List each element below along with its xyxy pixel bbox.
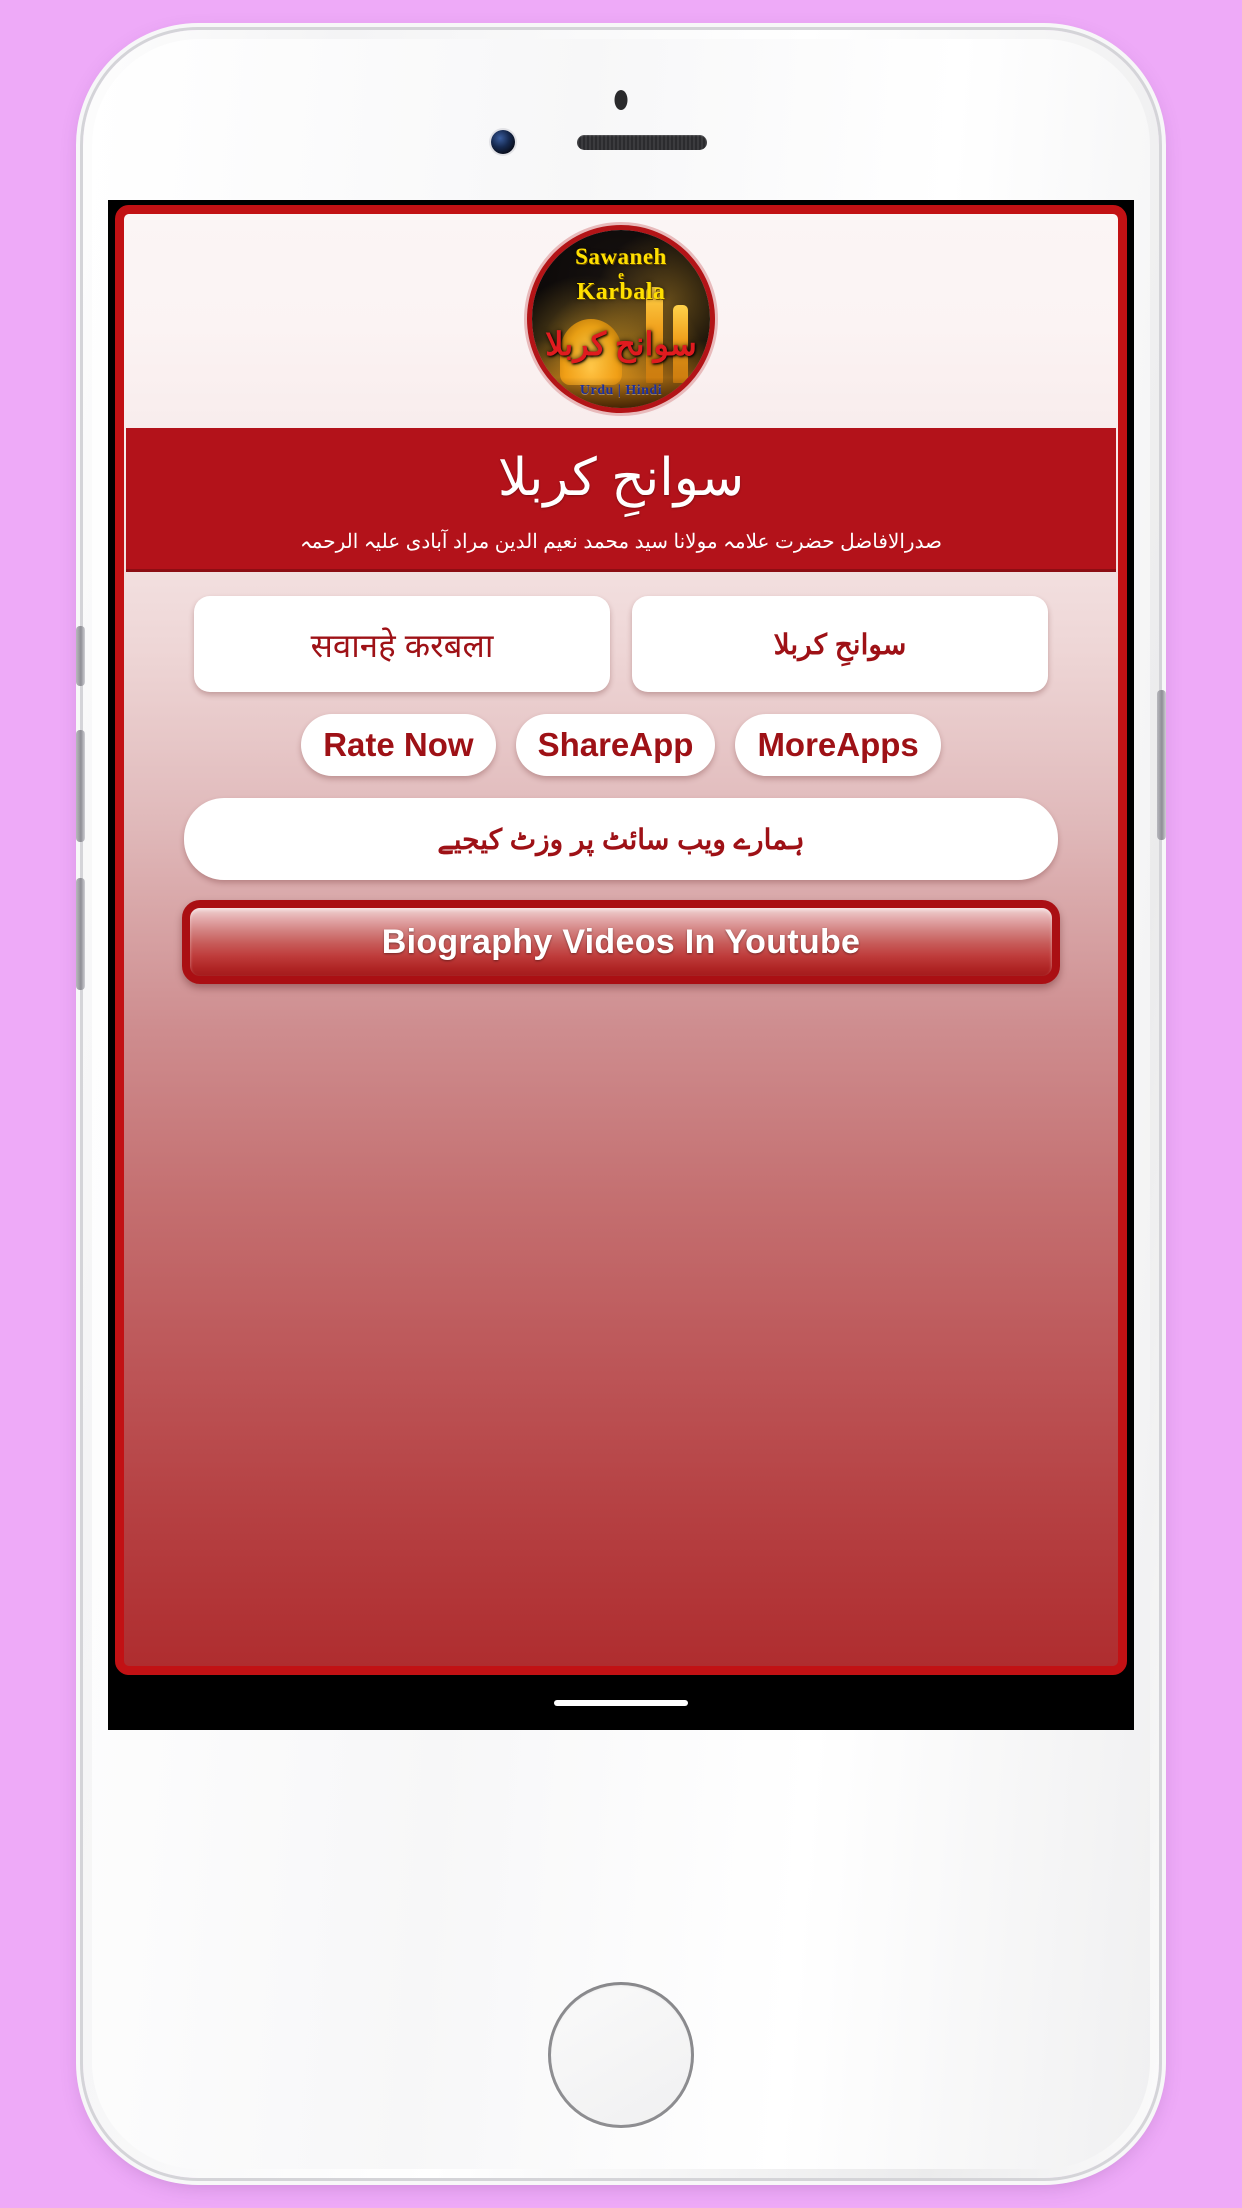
volume-down-button[interactable] [76, 878, 85, 990]
app-logo-container: Sawaneh e Karbala سوانح کربلا Urdu | Hin… [124, 214, 1118, 408]
page-title: سوانحِ کربلا [497, 449, 745, 507]
more-apps-button[interactable]: MoreApps [735, 714, 941, 776]
home-button[interactable] [548, 1982, 694, 2128]
front-camera-icon [491, 130, 515, 154]
main-content: सवानहे करबला سوانحِ کربلا Rate Now Share… [124, 596, 1118, 984]
language-button-hindi[interactable]: सवानहे करबला [194, 596, 610, 692]
language-button-hindi-label: सवानहे करबला [310, 626, 494, 664]
phone-device: Sawaneh e Karbala سوانح کربلا Urdu | Hin… [76, 30, 1166, 2178]
visit-website-label: ہمارے ویب سائٹ پر وزٹ کیجیے [437, 823, 805, 855]
silent-switch[interactable] [76, 626, 85, 686]
logo-line-3: Karbala [576, 279, 666, 306]
app-viewport: Sawaneh e Karbala سوانح کربلا Urdu | Hin… [115, 205, 1127, 1675]
logo-language-tag: Urdu | Hindi [579, 383, 663, 398]
author-subtitle: صدرالافاضل حضرت علامہ مولانا سید محمد نع… [299, 531, 943, 553]
page-background: Sawaneh e Karbala سوانح کربلا Urdu | Hin… [0, 0, 1242, 2208]
earpiece-grille-icon [577, 135, 707, 150]
android-navigation-bar [108, 1676, 1134, 1730]
title-banner: سوانحِ کربلا صدرالافاضل حضرت علامہ مولان… [126, 428, 1116, 572]
rate-now-button[interactable]: Rate Now [301, 714, 496, 776]
logo-urdu-title: سوانح کربلا [545, 326, 697, 362]
logo-english-title: Sawaneh e Karbala [532, 244, 710, 306]
action-button-row: Rate Now ShareApp MoreApps [136, 714, 1106, 776]
biography-videos-button[interactable]: Biography Videos In Youtube [182, 900, 1060, 984]
app-logo-icon: Sawaneh e Karbala سوانح کربلا Urdu | Hin… [532, 230, 710, 408]
share-app-label: ShareApp [537, 726, 694, 763]
biography-videos-label: Biography Videos In Youtube [381, 922, 861, 961]
volume-up-button[interactable] [76, 730, 85, 842]
power-button[interactable] [1157, 690, 1166, 840]
logo-line-1: Sawaneh [575, 244, 667, 269]
phone-screen: Sawaneh e Karbala سوانح کربلا Urdu | Hin… [108, 200, 1134, 1730]
visit-website-button[interactable]: ہمارے ویب سائٹ پر وزٹ کیجیے [184, 798, 1058, 880]
language-button-row: सवानहे करबला سوانحِ کربلا [136, 596, 1106, 692]
rate-now-label: Rate Now [323, 726, 474, 763]
proximity-sensor-icon [614, 90, 628, 110]
language-button-urdu-label: سوانحِ کربلا [773, 628, 907, 660]
home-gesture-indicator[interactable] [554, 1700, 688, 1706]
language-button-urdu[interactable]: سوانحِ کربلا [632, 596, 1048, 692]
more-apps-label: MoreApps [757, 726, 919, 763]
share-app-button[interactable]: ShareApp [515, 714, 716, 776]
